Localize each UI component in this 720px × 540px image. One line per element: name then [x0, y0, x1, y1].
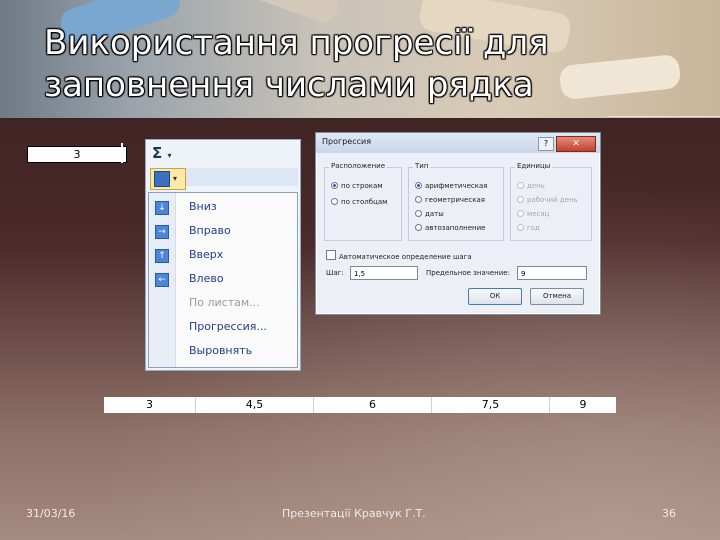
help-button[interactable]: ? — [538, 137, 554, 151]
series-dialog: Прогрессия ? ✕ Расположение по строкам п… — [315, 132, 601, 315]
radio-label: день — [527, 182, 545, 190]
arrow-up-icon: ↑ — [155, 249, 169, 263]
radio-label: геометрическая — [425, 196, 485, 204]
menu-item-label: Вверх — [189, 248, 224, 261]
radio-label: автозаполнение — [425, 224, 486, 232]
dialog-title: Прогрессия — [322, 137, 371, 146]
radio-arithmetic[interactable]: арифметическая — [415, 182, 488, 194]
menu-item-down[interactable]: ↓ Вниз — [149, 197, 297, 219]
menu-item-label: Прогрессия... — [189, 320, 267, 333]
radio-icon — [415, 182, 422, 189]
radio-autofill[interactable]: автозаполнение — [415, 224, 485, 236]
radio-label: год — [527, 224, 540, 232]
radio-month: месяц — [517, 210, 549, 222]
footer-page-number: 36 — [662, 507, 676, 520]
fill-down-icon — [154, 171, 170, 187]
radio-icon — [331, 182, 338, 189]
units-group-title: Единицы — [515, 162, 553, 170]
radio-geometric[interactable]: геометрическая — [415, 196, 485, 208]
radio-workday: рабочий день — [517, 196, 578, 208]
cell-cursor — [121, 143, 123, 163]
location-group-title: Расположение — [329, 162, 388, 170]
menu-item-across-sheets: По листам... — [149, 293, 297, 315]
header-banner: Використання прогресії для заповнення чи… — [0, 0, 720, 118]
sigma-icon[interactable]: Σ ▾ — [152, 144, 184, 162]
units-group: Единицы день рабочий день месяц год — [510, 162, 592, 241]
fill-menu-screenshot: Σ ▾ ▾ ↓ Вниз → Вправо ↑ Вверх ← Влево По… — [145, 139, 301, 371]
checkbox-label: Автоматическое определение шага — [339, 253, 472, 261]
radio-label: рабочий день — [527, 196, 578, 204]
menu-item-label: Вправо — [189, 224, 231, 237]
radio-icon — [517, 210, 524, 217]
location-group: Расположение по строкам по столбцам — [324, 162, 402, 241]
radio-by-rows[interactable]: по строкам — [331, 182, 383, 194]
radio-icon — [517, 182, 524, 189]
radio-icon — [415, 210, 422, 217]
start-cell-value: 3 — [73, 148, 81, 161]
close-icon[interactable]: ✕ — [556, 136, 596, 152]
auto-step-checkbox[interactable]: Автоматическое определение шага — [326, 250, 472, 261]
limit-input[interactable]: 9 — [517, 266, 587, 280]
radio-label: по столбцам — [341, 198, 388, 206]
radio-label: месяц — [527, 210, 550, 218]
radio-label: даты — [425, 210, 444, 218]
dialog-titlebar: Прогрессия ? ✕ — [316, 133, 600, 153]
footer-author: Презентації Кравчук Г.Т. — [282, 507, 426, 520]
menu-item-label: Выровнять — [189, 344, 253, 357]
header-divider — [0, 118, 720, 121]
checkbox-icon — [326, 250, 336, 260]
cancel-button[interactable]: Отмена — [530, 288, 584, 305]
result-cell[interactable]: 9 — [550, 397, 616, 413]
ribbon-strip — [186, 168, 298, 186]
fill-button[interactable]: ▾ — [150, 168, 186, 190]
menu-item-up[interactable]: ↑ Вверх — [149, 245, 297, 267]
limit-label: Предельное значение: — [426, 269, 510, 277]
arrow-left-icon: ← — [155, 273, 169, 287]
slide-title: Використання прогресії для заповнення чи… — [44, 23, 549, 105]
radio-icon — [415, 196, 422, 203]
fill-dropdown-menu: ↓ Вниз → Вправо ↑ Вверх ← Влево По листа… — [148, 192, 298, 368]
step-label: Шаг: — [326, 269, 344, 277]
footer-date: 31/03/16 — [26, 507, 76, 520]
radio-day: день — [517, 182, 545, 194]
arrow-right-icon: → — [155, 225, 169, 239]
radio-label: по строкам — [341, 182, 383, 190]
type-group-title: Тип — [413, 162, 431, 170]
type-group: Тип арифметическая геометрическая даты а… — [408, 162, 504, 241]
radio-by-columns[interactable]: по столбцам — [331, 198, 387, 210]
result-row: 3 4,5 6 7,5 9 — [104, 397, 616, 413]
menu-item-justify[interactable]: Выровнять — [149, 341, 297, 363]
radio-icon — [331, 198, 338, 205]
radio-label: арифметическая — [425, 182, 488, 190]
menu-item-series[interactable]: Прогрессия... — [149, 317, 297, 339]
result-cell[interactable]: 7,5 — [432, 397, 550, 413]
menu-item-left[interactable]: ← Влево — [149, 269, 297, 291]
result-cell[interactable]: 6 — [314, 397, 432, 413]
arrow-down-icon: ↓ — [155, 201, 169, 215]
radio-icon — [415, 224, 422, 231]
ok-button[interactable]: ОК — [468, 288, 522, 305]
step-input[interactable]: 1,5 — [350, 266, 418, 280]
chevron-down-icon: ▾ — [173, 174, 178, 183]
radio-icon — [517, 196, 524, 203]
radio-dates[interactable]: даты — [415, 210, 444, 222]
header-accent-line — [607, 116, 720, 117]
result-cell[interactable]: 3 — [104, 397, 196, 413]
result-cell[interactable]: 4,5 — [196, 397, 314, 413]
start-cell[interactable]: 3 — [27, 146, 127, 163]
menu-item-label: Вниз — [189, 200, 217, 213]
radio-icon — [517, 224, 524, 231]
menu-item-label: Влево — [189, 272, 224, 285]
radio-year: год — [517, 224, 540, 236]
menu-item-right[interactable]: → Вправо — [149, 221, 297, 243]
menu-item-label: По листам... — [189, 296, 260, 309]
